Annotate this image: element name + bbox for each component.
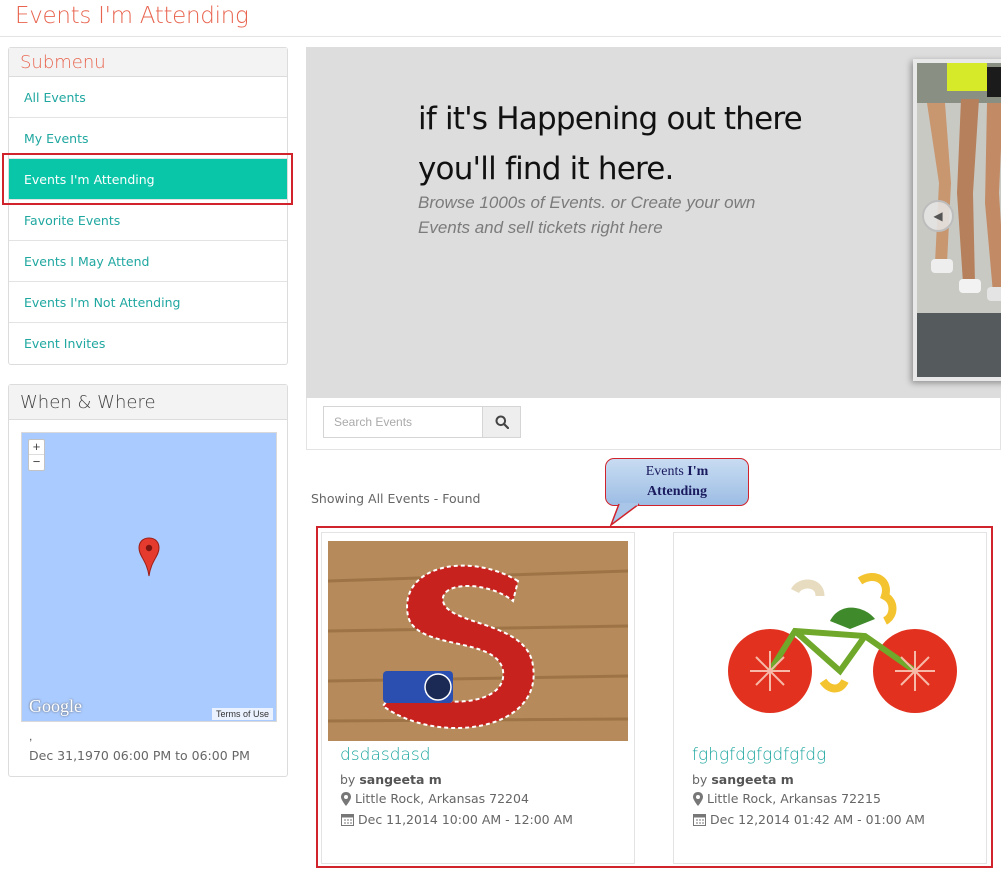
submenu-panel: Submenu All Events My Events Events I'm … [8, 47, 288, 365]
event-image-vegetable-bike[interactable] [680, 541, 980, 741]
hero-subline: Browse 1000s of Events. or Create your o… [418, 190, 778, 240]
map-marker-icon [341, 791, 351, 806]
zoom-in-button[interactable]: + [29, 440, 44, 455]
map-terms-link[interactable]: Terms of Use [211, 708, 273, 720]
event-card[interactable]: dsdasdasd by sangeeta m Little Rock, Ark… [321, 532, 635, 864]
submenu-item-all-events[interactable]: All Events [9, 77, 287, 118]
event-title[interactable]: fghgfdgfgdfgfdg [692, 745, 826, 765]
event-location-text: , [29, 729, 33, 743]
organizer-name: sangeeta m [711, 772, 794, 787]
event-organizer: by sangeeta m [340, 772, 442, 787]
chevron-left-icon: ◀ [933, 209, 943, 223]
event-card[interactable]: fghgfdgfgdfgfdg by sangeeta m Little Roc… [673, 532, 987, 864]
when-where-panel: When & Where + − Google Terms of Use , D… [8, 384, 288, 777]
organizer-prefix: by [340, 772, 360, 787]
submenu-heading: Submenu [9, 48, 287, 77]
map-pin-icon[interactable] [138, 537, 160, 577]
submenu-item-events-not-attending[interactable]: Events I'm Not Attending [9, 282, 287, 323]
google-logo: Google [29, 696, 82, 716]
event-date: Dec 12,2014 01:42 AM - 01:00 AM [693, 812, 925, 827]
event-date: Dec 11,2014 10:00 AM - 12:00 AM [341, 812, 573, 827]
search-icon [495, 415, 509, 429]
submenu-item-events-attending[interactable]: Events I'm Attending [9, 159, 287, 200]
callout-text-bold-2: Attending [647, 484, 707, 499]
callout-line2: Attending [606, 482, 748, 502]
annotation-callout: Events I'm Attending [605, 458, 749, 506]
submenu-item-favorite-events[interactable]: Favorite Events [9, 200, 287, 241]
location-map[interactable]: + − Google Terms of Use [21, 432, 277, 722]
event-date-text: Dec 12,2014 01:42 AM - 01:00 AM [710, 812, 925, 827]
calendar-icon [341, 814, 354, 826]
event-title[interactable]: dsdasdasd [340, 745, 431, 765]
when-where-heading: When & Where [9, 385, 287, 420]
organizer-name: sangeeta m [359, 772, 442, 787]
callout-text-plain: Events [645, 464, 688, 479]
event-location-text: Little Rock, Arkansas 72215 [707, 791, 881, 806]
event-organizer: by sangeeta m [692, 772, 794, 787]
event-image-felt-s[interactable] [328, 541, 628, 741]
event-location-text: Little Rock, Arkansas 72204 [355, 791, 529, 806]
event-location: Little Rock, Arkansas 72204 [341, 791, 529, 806]
hero-subline-line1: Browse 1000s of Events. or Create your o… [418, 193, 756, 212]
submenu-item-events-may-attend[interactable]: Events I May Attend [9, 241, 287, 282]
map-marker-icon [693, 791, 703, 806]
hero-subline-line2: Events and sell tickets right here [418, 218, 663, 237]
hero-headline-line1: if it's Happening out there [418, 101, 803, 137]
map-zoom-control: + − [28, 439, 45, 471]
callout-tail [609, 503, 640, 527]
hero-banner: if it's Happening out there you'll find … [306, 47, 1001, 398]
title-divider [0, 36, 1001, 37]
calendar-icon [693, 814, 706, 826]
zoom-out-button[interactable]: − [29, 455, 44, 470]
event-location: Little Rock, Arkansas 72215 [693, 791, 881, 806]
slider-prev-button[interactable]: ◀ [922, 200, 954, 232]
search-bar [306, 398, 1001, 450]
organizer-prefix: by [692, 772, 712, 787]
submenu-item-event-invites[interactable]: Event Invites [9, 323, 287, 364]
search-button[interactable] [482, 406, 521, 438]
submenu-item-my-events[interactable]: My Events [9, 118, 287, 159]
callout-text-bold: I'm [687, 464, 709, 479]
page-title: Events I'm Attending [15, 3, 249, 29]
callout-line1: Events I'm [606, 462, 748, 482]
hero-headline-line2: you'll find it here. [418, 151, 674, 187]
search-input[interactable] [323, 406, 483, 438]
results-summary: Showing All Events - Found [311, 491, 481, 506]
hero-headline: if it's Happening out there you'll find … [418, 94, 858, 194]
event-date-range: Dec 31,1970 06:00 PM to 06:00 PM [29, 748, 250, 763]
event-date-text: Dec 11,2014 10:00 AM - 12:00 AM [358, 812, 573, 827]
